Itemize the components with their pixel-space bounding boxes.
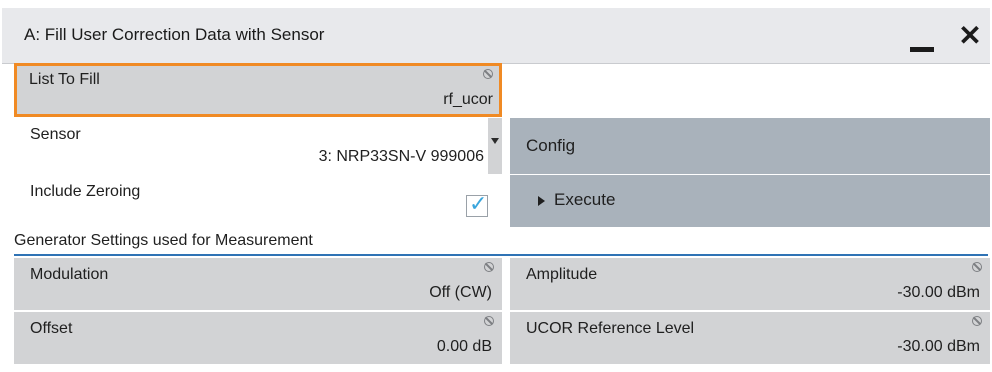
execute-button[interactable]: Execute	[510, 175, 990, 227]
minimize-icon	[910, 47, 934, 52]
sensor-value: 3: NRP33SN-V 999006	[318, 148, 484, 165]
config-button-label: Config	[526, 136, 576, 155]
include-zeroing-checkbox[interactable]: ✓	[466, 191, 488, 217]
list-to-fill-label: List To Fill	[29, 71, 100, 88]
sensor-select[interactable]: Sensor 3: NRP33SN-V 999006	[14, 118, 502, 174]
generator-settings-header: Generator Settings used for Measurement	[14, 232, 313, 249]
amplitude-label: Amplitude	[526, 266, 598, 283]
section-divider	[14, 254, 988, 256]
offset-label: Offset	[30, 320, 73, 337]
ucor-reference-level-field[interactable]: UCOR Reference Level -30.00 dBm	[510, 312, 990, 364]
fill-user-correction-dialog: A: Fill User Correction Data with Sensor…	[0, 0, 992, 372]
modulation-field[interactable]: Modulation Off (CW)	[14, 258, 502, 310]
offset-field[interactable]: Offset 0.00 dB	[14, 312, 502, 364]
include-zeroing-label: Include Zeroing	[30, 183, 141, 200]
execute-button-label: Execute	[554, 190, 616, 209]
minimize-button[interactable]	[908, 30, 936, 52]
sensor-label: Sensor	[30, 126, 81, 143]
lock-icon	[484, 316, 494, 326]
include-zeroing-row: Include Zeroing ✓	[14, 175, 502, 227]
play-icon	[538, 196, 545, 206]
modulation-value: Off (CW)	[429, 284, 492, 301]
close-button[interactable]: ✕	[957, 22, 983, 50]
close-icon: ✕	[958, 20, 982, 51]
ucor-reference-level-value: -30.00 dBm	[897, 338, 980, 355]
offset-value: 0.00 dB	[436, 338, 492, 355]
lock-icon	[483, 69, 493, 79]
amplitude-field[interactable]: Amplitude -30.00 dBm	[510, 258, 990, 310]
checkmark-icon: ✓	[469, 191, 488, 216]
title-bar: A: Fill User Correction Data with Sensor…	[2, 8, 990, 64]
ucor-reference-level-label: UCOR Reference Level	[526, 320, 695, 337]
config-button[interactable]: Config	[510, 118, 990, 174]
top-divider	[0, 0, 992, 4]
dialog-title: A: Fill User Correction Data with Sensor	[24, 25, 325, 44]
lock-icon	[484, 262, 494, 272]
list-to-fill-value: rf_ucor	[443, 91, 493, 108]
modulation-label: Modulation	[30, 266, 109, 283]
lock-icon	[972, 262, 982, 272]
lock-icon	[972, 316, 982, 326]
list-to-fill-field[interactable]: List To Fill rf_ucor	[14, 63, 502, 117]
amplitude-value: -30.00 dBm	[897, 284, 980, 301]
chevron-down-icon[interactable]	[488, 118, 502, 174]
